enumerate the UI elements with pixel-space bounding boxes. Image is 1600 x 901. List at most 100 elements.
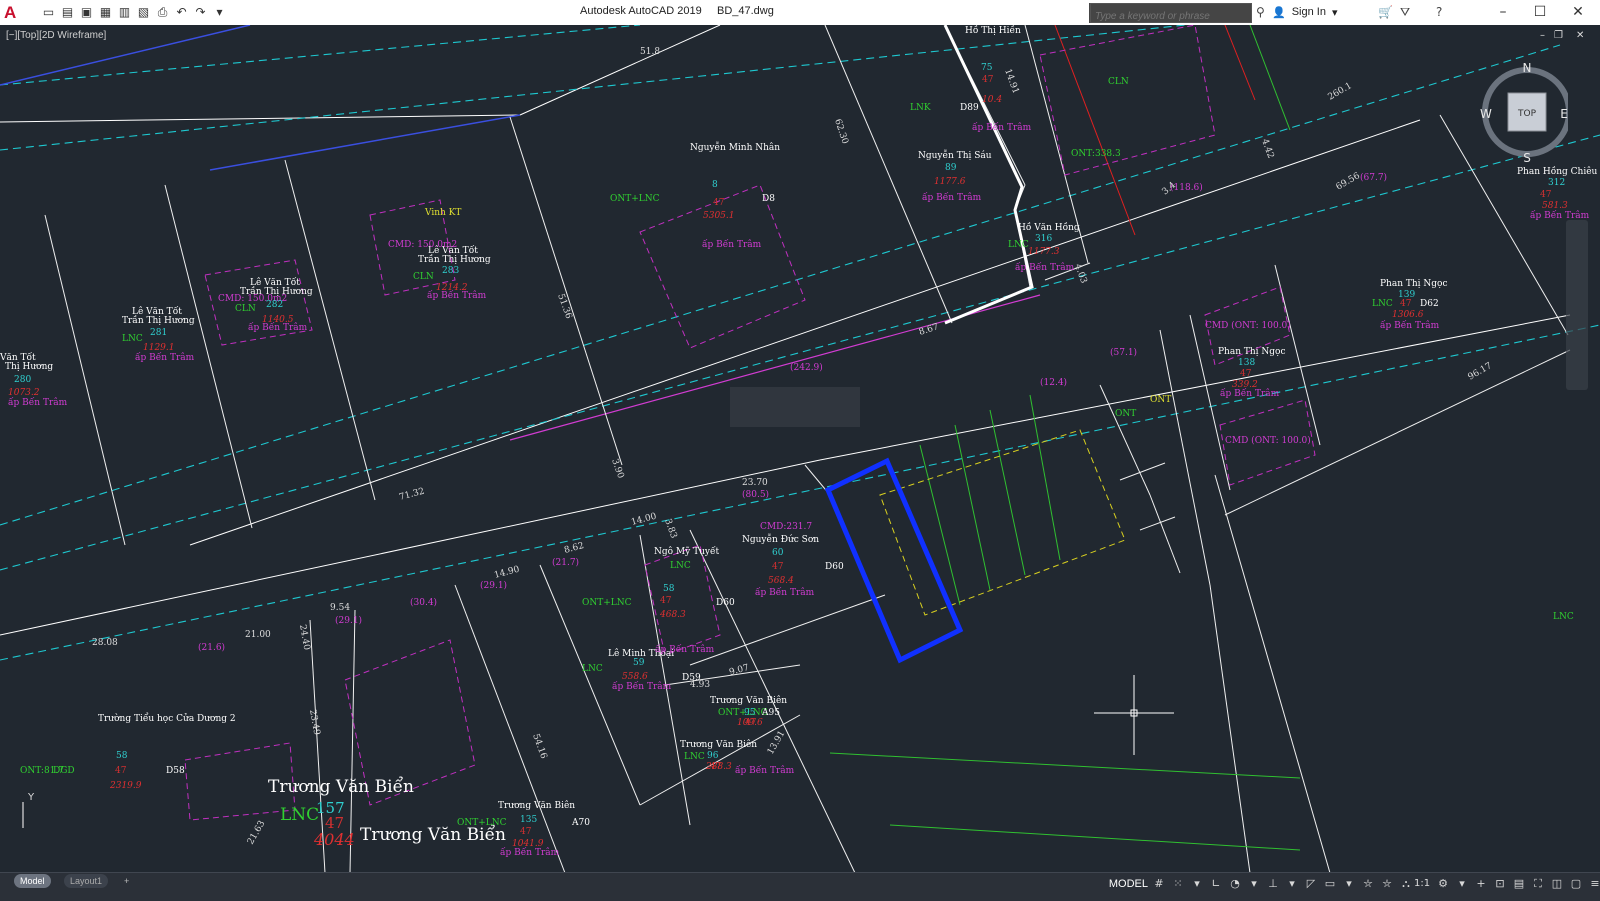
lock-ui-icon[interactable]: ⛶ [1531, 877, 1545, 891]
sheet-number: 47 [713, 198, 725, 208]
compass-south[interactable]: S [1523, 151, 1531, 162]
land-code: LNC [582, 664, 603, 674]
drawing-canvas[interactable]: 51.8 62.30 51.36 3.90 71.32 8.67 (242.9)… [0, 25, 1600, 873]
parcel-number: 60 [772, 548, 784, 558]
dropdown-icon[interactable]: ▾ [1247, 877, 1261, 891]
customization-menu-icon[interactable]: ≡ [1588, 877, 1600, 891]
viewport-minimize-icon[interactable]: – [1540, 30, 1545, 41]
undo-icon[interactable]: ↶ [173, 5, 190, 20]
land-code: ONT:338.3 [1071, 149, 1121, 159]
isodraft-icon[interactable]: ⊥ [1266, 877, 1280, 891]
viewport-controls-label[interactable]: [−][Top][2D Wireframe] [6, 30, 106, 41]
osnap-icon[interactable]: ◸ [1304, 877, 1318, 891]
compass-east[interactable]: E [1560, 107, 1568, 121]
chevron-down-icon[interactable]: ▾ [1332, 6, 1338, 19]
save-as-icon[interactable]: ▦ [97, 5, 114, 20]
open-icon[interactable]: ▤ [59, 5, 76, 20]
block-id: A70 [571, 818, 590, 828]
cmd-label: CMD (ONT: 100.0) [1205, 320, 1291, 331]
compass-west[interactable]: W [1480, 107, 1492, 121]
tab-layout1[interactable]: Layout1 [64, 874, 109, 888]
sheet-number: 47 [982, 75, 994, 85]
block-id: D8 [762, 194, 775, 204]
land-code: LNC [670, 561, 691, 571]
navigation-bar[interactable] [1566, 220, 1588, 390]
polar-icon[interactable]: ◔ [1228, 877, 1242, 891]
quick-properties-icon[interactable]: ▤ [1512, 877, 1526, 891]
land-code: ONT+LNC [610, 194, 660, 204]
block-id: A95 [761, 708, 780, 718]
location-label: ấp Bến Trâm [1220, 388, 1280, 399]
isolate-objects-icon[interactable]: ◫ [1550, 877, 1564, 891]
autodesk-a360-icon[interactable]: ⛛ [1400, 5, 1410, 20]
land-code: LNC [1372, 299, 1393, 309]
auto-scale-icon[interactable]: ⛦ [1380, 877, 1394, 891]
minimize-button[interactable]: – [1488, 3, 1518, 21]
annotation-scale-icon[interactable]: ⛬ [1399, 877, 1413, 891]
viewport-restore-icon[interactable]: ❐ [1554, 30, 1563, 41]
parcel-number: 59 [633, 658, 645, 668]
autocad-logo-icon[interactable]: A [4, 4, 22, 22]
parcel-number: 282 [266, 300, 283, 310]
plot-icon[interactable]: ⎙ [154, 5, 171, 20]
land-code: LNK [910, 103, 931, 113]
save-icon[interactable]: ▣ [78, 5, 95, 20]
maximize-button[interactable]: ☐ [1525, 3, 1555, 21]
location-label: ấp Bến Trâm [735, 765, 795, 776]
new-icon[interactable]: ▭ [40, 5, 57, 20]
owner-label: Nguyễn Minh Nhân [690, 141, 780, 153]
ortho-icon[interactable]: ∟ [1209, 877, 1223, 891]
snap-icon[interactable]: ⁙ [1171, 877, 1185, 891]
dim-label: (30.4) [410, 597, 437, 608]
redo-icon[interactable]: ↷ [192, 5, 209, 20]
object-snap-tracking-icon[interactable]: ▭ [1323, 877, 1337, 891]
add-layout-button[interactable]: + [118, 874, 135, 888]
sign-in-area[interactable]: 👤 Sign In ▾ [1272, 6, 1337, 19]
dropdown-icon[interactable]: ▾ [1285, 877, 1299, 891]
area-label: 1177.6 [934, 177, 966, 187]
compass-north[interactable]: N [1523, 62, 1532, 75]
tab-model[interactable]: Model [14, 874, 51, 888]
customize-qat-icon[interactable]: ▾ [211, 5, 228, 20]
model-space-button[interactable]: MODEL [1109, 878, 1148, 890]
block-id: D59 [682, 673, 701, 683]
dropdown-icon[interactable]: ▾ [1342, 877, 1356, 891]
dropdown-icon[interactable]: ▾ [1455, 877, 1469, 891]
user-icon: 👤 [1272, 7, 1286, 19]
dim-label: (21.7) [552, 557, 579, 568]
annotation-scale[interactable]: 1:1 [1414, 878, 1430, 889]
cmd-label: CMD:231.7 [760, 522, 812, 532]
grid-icon[interactable]: # [1152, 877, 1166, 891]
annotation-visibility-icon[interactable]: ⛦ [1361, 877, 1375, 891]
help-icon[interactable]: ? [1436, 5, 1442, 19]
parcel-number: 89 [945, 163, 957, 173]
quick-access-toolbar: ▭ ▤ ▣ ▦ ▥ ▧ ⎙ ↶ ↷ ▾ [40, 5, 228, 20]
owner-label: Trần Thị Hương [122, 315, 195, 326]
location-label: ấp Bến Trâm [702, 239, 762, 250]
save-web-icon[interactable]: ▧ [135, 5, 152, 20]
viewcube[interactable]: TOP N S E W [1478, 62, 1568, 162]
location-label: ấp Bến Trâm [612, 681, 672, 692]
dim-label: 9.54 [330, 603, 350, 613]
parcel-number: 135 [520, 815, 537, 825]
dropdown-icon[interactable]: ▾ [1190, 877, 1204, 891]
cart-icon[interactable]: 🛒 [1378, 5, 1393, 19]
workspace-gear-icon[interactable]: ⚙ [1436, 877, 1450, 891]
location-label: ấp Bến Trâm [972, 122, 1032, 133]
area-label: 1073.2 [8, 388, 40, 398]
search-box[interactable] [1090, 3, 1252, 26]
sign-in-label[interactable]: Sign In [1292, 6, 1326, 19]
binoculars-icon[interactable]: ⚲ [1256, 5, 1265, 19]
clean-screen-icon[interactable]: ▢ [1569, 877, 1583, 891]
parcel-number: 8 [712, 180, 718, 190]
area-label: 10.4 [982, 95, 1002, 105]
viewport-close-icon[interactable]: ✕ [1576, 30, 1584, 41]
units-icon[interactable]: ⊡ [1493, 877, 1507, 891]
close-button[interactable]: ✕ [1563, 3, 1593, 21]
open-web-icon[interactable]: ▥ [116, 5, 133, 20]
search-input[interactable] [1091, 7, 1249, 26]
annotation-monitor-icon[interactable]: + [1474, 877, 1488, 891]
parcel-number: 316 [1035, 234, 1052, 244]
block-id: D60 [716, 598, 735, 608]
viewcube-face[interactable]: TOP [1517, 109, 1537, 119]
